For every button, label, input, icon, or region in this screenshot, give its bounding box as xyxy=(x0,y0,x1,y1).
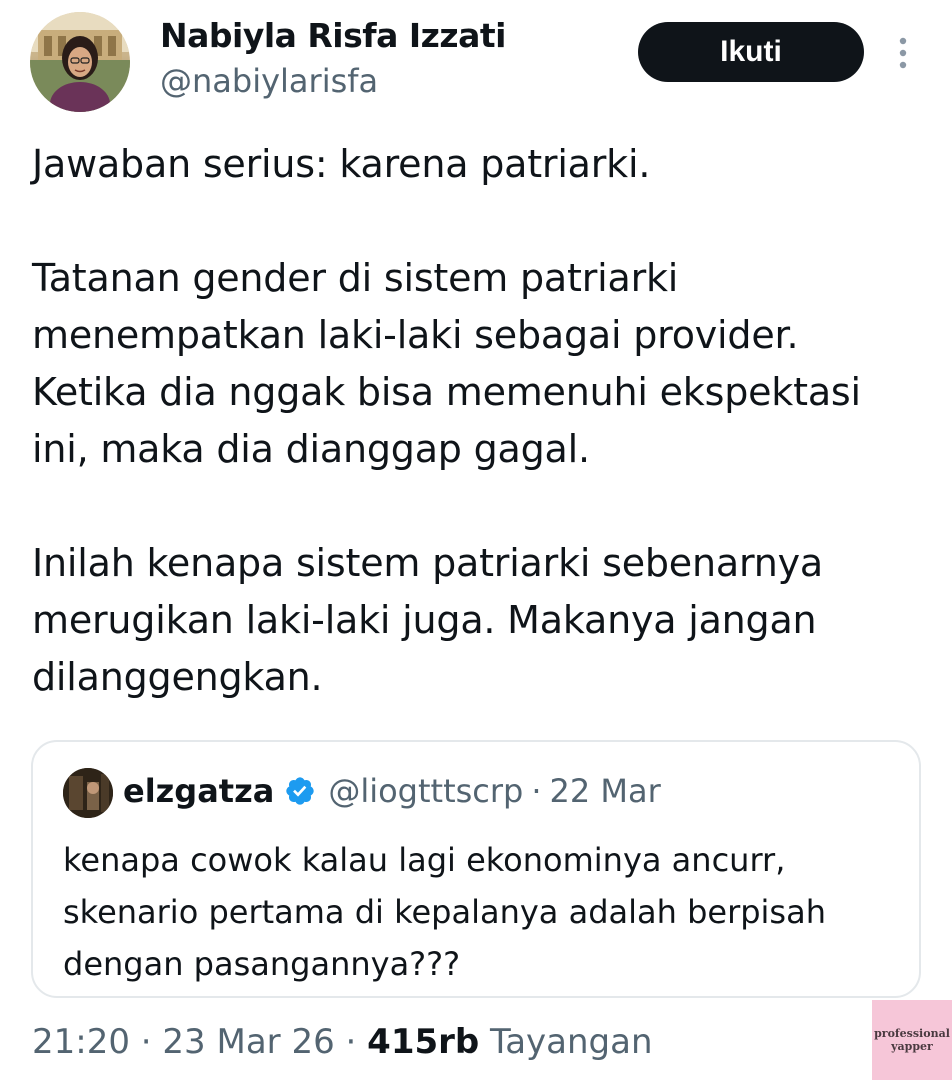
tweet-paragraph: Inilah kenapa sistem patriarki sebenarny… xyxy=(32,541,823,699)
tweet-paragraph: Jawaban serius: karena patriarki. xyxy=(32,142,651,186)
quoted-tweet-header: elzgatza @liogtttscrp · 22 Mar xyxy=(123,772,661,810)
profile-photo-icon xyxy=(30,12,130,112)
watermark-line: yapper xyxy=(891,1040,933,1053)
author-avatar[interactable] xyxy=(30,12,130,112)
more-vertical-icon[interactable] xyxy=(893,36,913,70)
views-count: 415rb xyxy=(367,1022,480,1062)
follow-button[interactable]: Ikuti xyxy=(638,22,864,82)
tweet-paragraph: Tatanan gender di sistem patriarki menem… xyxy=(32,256,861,471)
quoted-profile-photo-icon xyxy=(63,768,113,818)
tweet-meta: 21:20 · 23 Mar 26 · 415rb Tayangan xyxy=(32,1022,653,1062)
watermark-line: professional xyxy=(874,1027,950,1040)
tweet-text: Jawaban serius: karena patriarki. Tatana… xyxy=(32,136,912,706)
quoted-author-avatar[interactable] xyxy=(63,768,113,818)
quoted-author-handle[interactable]: @liogtttscrp xyxy=(328,772,523,810)
author-handle[interactable]: @nabiylarisfa xyxy=(160,62,378,100)
separator-dot: · xyxy=(531,772,542,810)
quoted-tweet-card[interactable]: elzgatza @liogtttscrp · 22 Mar kenapa co… xyxy=(31,740,921,998)
separator-dot: · xyxy=(140,1022,152,1062)
tweet-date[interactable]: 23 Mar 26 xyxy=(162,1022,334,1062)
separator-dot: · xyxy=(345,1022,357,1062)
quoted-tweet-date[interactable]: 22 Mar xyxy=(550,772,661,810)
verified-badge-icon xyxy=(284,775,316,807)
author-name[interactable]: Nabiyla Risfa Izzati xyxy=(160,16,506,55)
quoted-tweet-text: kenapa cowok kalau lagi ekonominya ancur… xyxy=(63,841,826,983)
tweet-time[interactable]: 21:20 xyxy=(32,1022,130,1062)
tweet-detail: Nabiyla Risfa Izzati @nabiylarisfa Ikuti… xyxy=(0,0,952,1080)
quoted-author-name[interactable]: elzgatza xyxy=(123,772,274,810)
watermark-logo: professional yapper xyxy=(872,1000,952,1080)
views-label: Tayangan xyxy=(490,1022,653,1062)
